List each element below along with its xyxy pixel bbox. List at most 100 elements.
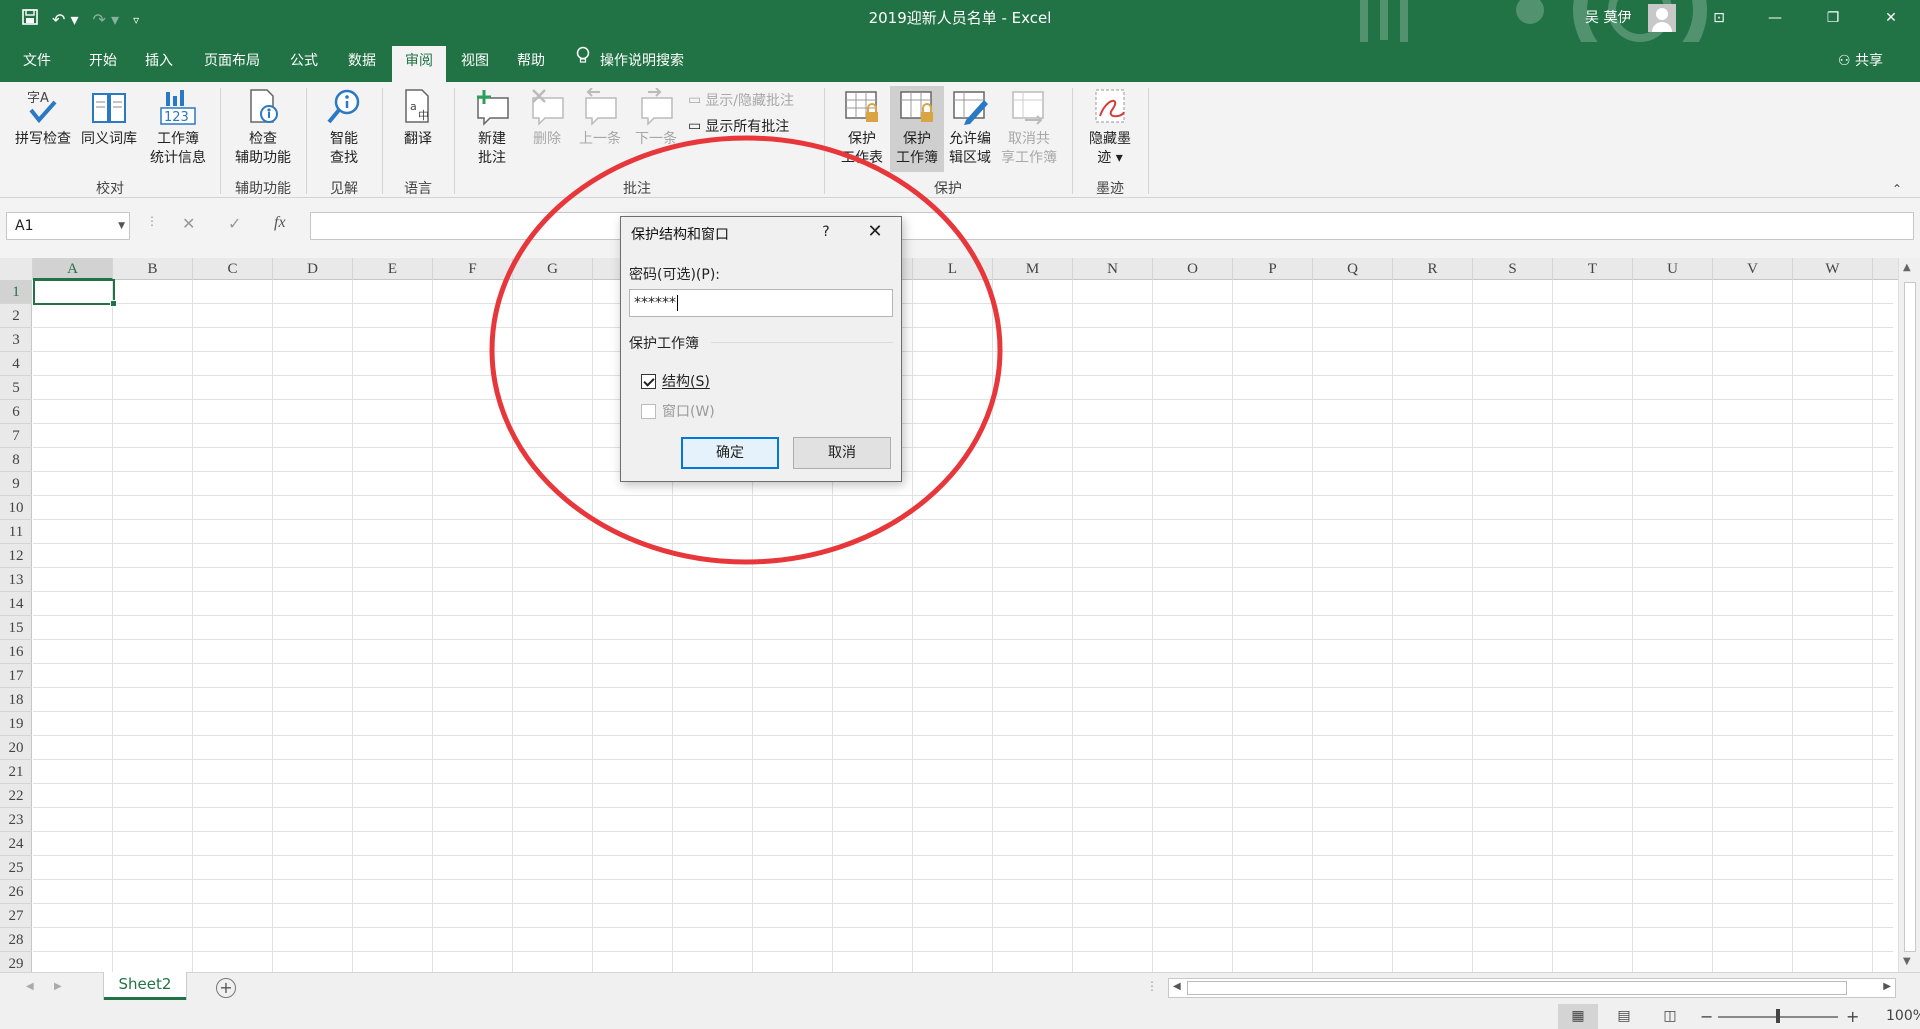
row-header-2[interactable]: 2	[0, 304, 32, 328]
close-window-button[interactable]: ✕	[1868, 0, 1914, 36]
column-header-o[interactable]: O	[1153, 258, 1233, 280]
chevron-down-icon[interactable]: ▼	[118, 213, 125, 239]
workbook-statistics-button[interactable]: 123 工作簿 统计信息	[144, 88, 212, 168]
check-accessibility-button[interactable]: 检查 辅助功能	[228, 88, 298, 168]
structure-checkbox-row[interactable]: 结构(S)	[641, 371, 710, 391]
collapse-ribbon-icon[interactable]: ⌃	[1892, 182, 1902, 196]
column-header-s[interactable]: S	[1473, 258, 1553, 280]
row-header-12[interactable]: 12	[0, 544, 32, 568]
column-header-p[interactable]: P	[1233, 258, 1313, 280]
row-header-11[interactable]: 11	[0, 520, 32, 544]
row-header-26[interactable]: 26	[0, 880, 32, 904]
tab-insert[interactable]: 插入	[132, 46, 186, 82]
next-comment-button[interactable]: 下一条	[628, 87, 684, 149]
cancel-button[interactable]: 取消	[793, 437, 891, 469]
vertical-scrollbar[interactable]: ▲ ▼	[1898, 258, 1920, 972]
tab-page-layout[interactable]: 页面布局	[194, 46, 270, 82]
avatar[interactable]	[1648, 4, 1676, 32]
thesaurus-button[interactable]: 同义词库	[78, 88, 140, 149]
vertical-scroll-thumb[interactable]	[1904, 282, 1916, 952]
column-header-r[interactable]: R	[1393, 258, 1473, 280]
minimize-button[interactable]: —	[1752, 0, 1798, 36]
spelling-button[interactable]: 字A 拼写检查	[12, 88, 74, 149]
active-cell-cursor[interactable]	[33, 279, 117, 307]
row-header-10[interactable]: 10	[0, 496, 32, 520]
column-header-b[interactable]: B	[113, 258, 193, 280]
column-header-g[interactable]: G	[513, 258, 593, 280]
row-header-21[interactable]: 21	[0, 760, 32, 784]
translate-button[interactable]: a中 翻译	[390, 88, 446, 149]
previous-comment-button[interactable]: 上一条	[572, 87, 628, 149]
next-sheet-arrow-icon[interactable]: ▶	[54, 981, 62, 992]
row-header-17[interactable]: 17	[0, 664, 32, 688]
row-header-9[interactable]: 9	[0, 472, 32, 496]
page-layout-view-button[interactable]: ▤	[1604, 1004, 1644, 1029]
show-hide-comment-button[interactable]: ▭ 显示/隐藏批注	[688, 90, 794, 110]
scroll-up-arrow-icon[interactable]: ▲	[1903, 262, 1911, 273]
column-header-w[interactable]: W	[1793, 258, 1873, 280]
cell-area[interactable]	[33, 280, 1893, 972]
scroll-down-arrow-icon[interactable]: ▼	[1903, 956, 1911, 967]
delete-comment-button[interactable]: 删除	[522, 88, 572, 149]
scroll-left-arrow-icon[interactable]: ◀	[1173, 981, 1181, 992]
row-header-4[interactable]: 4	[0, 352, 32, 376]
scroll-right-arrow-icon[interactable]: ▶	[1883, 981, 1891, 992]
restore-button[interactable]: ❐	[1810, 0, 1856, 36]
new-comment-button[interactable]: 新建 批注	[462, 88, 522, 168]
sheet-tab-sheet2[interactable]: Sheet2	[104, 972, 186, 1000]
insert-function-icon[interactable]: fx	[274, 214, 286, 232]
tab-view[interactable]: 视图	[448, 46, 502, 82]
share-button[interactable]: ⚇ 共享	[1838, 46, 1883, 76]
hide-ink-button[interactable]: 隐藏墨 迹 ▾	[1080, 88, 1140, 168]
ok-button[interactable]: 确定	[681, 437, 779, 469]
smart-lookup-button[interactable]: 智能 查找	[314, 88, 374, 168]
row-header-27[interactable]: 27	[0, 904, 32, 928]
dialog-close-button[interactable]: ✕	[855, 219, 895, 245]
row-header-14[interactable]: 14	[0, 592, 32, 616]
row-header-25[interactable]: 25	[0, 856, 32, 880]
protect-workbook-button[interactable]: 保护 工作簿	[890, 86, 944, 172]
tab-review[interactable]: 审阅	[392, 46, 446, 82]
row-header-6[interactable]: 6	[0, 400, 32, 424]
row-header-29[interactable]: 29	[0, 952, 32, 972]
ribbon-display-options-button[interactable]: ⊡	[1696, 0, 1742, 36]
select-all-corner[interactable]	[0, 258, 33, 280]
row-header-15[interactable]: 15	[0, 616, 32, 640]
zoom-out-button[interactable]: −	[1700, 1004, 1713, 1029]
column-header-q[interactable]: Q	[1313, 258, 1393, 280]
horizontal-scrollbar[interactable]: ◀ ▶	[1168, 978, 1896, 998]
row-header-3[interactable]: 3	[0, 328, 32, 352]
tab-formulas[interactable]: 公式	[276, 46, 332, 82]
add-sheet-button[interactable]: +	[216, 978, 236, 998]
confirm-entry-icon[interactable]: ✓	[228, 214, 241, 233]
prev-sheet-arrow-icon[interactable]: ◀	[26, 981, 34, 992]
row-header-28[interactable]: 28	[0, 928, 32, 952]
show-all-comments-button[interactable]: ▭ 显示所有批注	[688, 116, 789, 136]
name-box[interactable]: A1 ▼	[6, 212, 130, 240]
row-header-24[interactable]: 24	[0, 832, 32, 856]
row-header-13[interactable]: 13	[0, 568, 32, 592]
row-header-5[interactable]: 5	[0, 376, 32, 400]
tab-help[interactable]: 帮助	[504, 46, 558, 82]
column-header-v[interactable]: V	[1713, 258, 1793, 280]
protect-sheet-button[interactable]: 保护 工作表	[834, 88, 890, 168]
row-header-8[interactable]: 8	[0, 448, 32, 472]
tab-data[interactable]: 数据	[334, 46, 390, 82]
page-break-preview-button[interactable]: ◫	[1650, 1004, 1690, 1029]
tell-me-search[interactable]: 操作说明搜索	[576, 46, 684, 76]
normal-view-button[interactable]: ▦	[1558, 1004, 1598, 1029]
column-header-c[interactable]: C	[193, 258, 273, 280]
horizontal-scroll-thumb[interactable]	[1187, 981, 1847, 995]
unshare-workbook-button[interactable]: 取消共 享工作簿	[996, 88, 1062, 168]
column-header-l[interactable]: L	[913, 258, 993, 280]
zoom-slider-thumb[interactable]	[1776, 1009, 1780, 1023]
formula-input[interactable]	[310, 212, 1914, 240]
row-header-7[interactable]: 7	[0, 424, 32, 448]
column-header-n[interactable]: N	[1073, 258, 1153, 280]
column-header-u[interactable]: U	[1633, 258, 1713, 280]
column-header-t[interactable]: T	[1553, 258, 1633, 280]
zoom-in-button[interactable]: +	[1846, 1004, 1859, 1029]
row-header-1[interactable]: 1	[0, 280, 32, 304]
cancel-entry-icon[interactable]: ✕	[182, 214, 195, 233]
row-header-22[interactable]: 22	[0, 784, 32, 808]
